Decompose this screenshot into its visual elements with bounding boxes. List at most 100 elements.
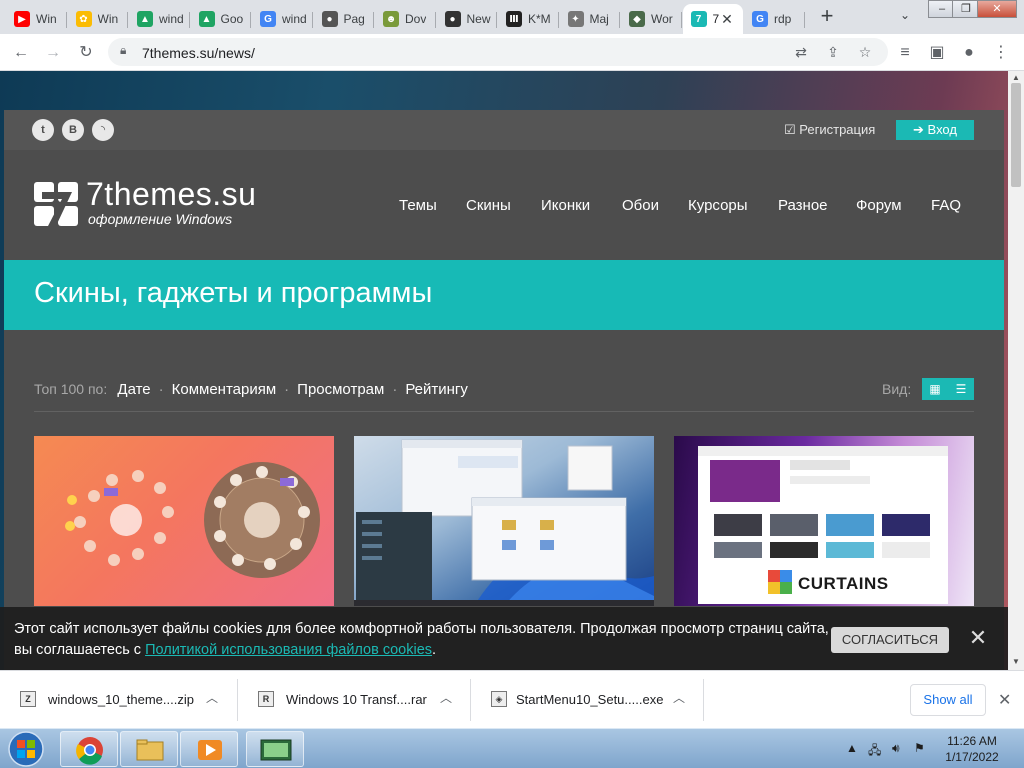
tab-6[interactable]: ☻ Dov (375, 4, 436, 34)
tab-9[interactable]: ✦ Maj (560, 4, 620, 34)
download-item[interactable]: ◈ StartMenu10_Setu.....exe ︿ (471, 679, 704, 721)
page-scrollbar[interactable]: ▲ ▼ (1008, 71, 1024, 670)
forward-icon[interactable]: → (42, 42, 64, 64)
sort-label: Топ 100 по: (34, 381, 108, 397)
media-control-icon[interactable]: ≡ (894, 42, 916, 64)
site-topbar: t B ◝ ☑ Регистрация ➔ Вход (4, 110, 1004, 150)
tab-separator (373, 12, 374, 28)
news-card-curtains[interactable]: CURTAINS (674, 436, 974, 606)
tab-2[interactable]: ▲ wind (129, 4, 190, 34)
card-thumbnail (354, 439, 654, 606)
sort-by-rating[interactable]: Рейтингу (405, 381, 468, 398)
github-icon: ● (444, 11, 461, 27)
7themes-icon: 7 (690, 11, 707, 27)
tab-4[interactable]: Gwind (252, 4, 313, 34)
scroll-up-icon[interactable]: ▲ (1011, 73, 1021, 82)
tab-1[interactable]: ✿ Win (68, 4, 128, 34)
logo-subtitle: оформление Windows (88, 211, 233, 227)
nav-forum[interactable]: Форум (856, 197, 902, 214)
chevron-up-icon[interactable]: ︿ (673, 689, 685, 706)
tab-title: wind (282, 12, 307, 26)
grid-view-icon[interactable]: ▦ (922, 378, 948, 400)
explorer-taskbar-button[interactable] (120, 731, 178, 767)
tab-separator (496, 12, 497, 28)
login-button[interactable]: ➔ Вход (896, 120, 974, 140)
nav-themes[interactable]: Темы (399, 197, 437, 214)
tray-expand-icon[interactable]: ▲ (846, 741, 858, 755)
download-item[interactable]: R Windows 10 Transf....rar ︿ (238, 679, 471, 721)
photos-icon: ✿ (75, 11, 92, 27)
volume-icon[interactable]: 🔊︎ (892, 741, 900, 756)
translate-icon[interactable]: ⇄ (792, 43, 810, 61)
sort-separator: · (158, 381, 164, 398)
tab-5[interactable]: ● Pag (314, 4, 374, 34)
news-card-weather-gadget[interactable] (34, 436, 334, 606)
nav-skins[interactable]: Скины (466, 197, 511, 214)
address-bar[interactable]: 🔒︎ 7themes.su/news/ ⇄ ⇪ ☆ (108, 38, 888, 66)
register-link[interactable]: ☑ Регистрация (784, 122, 875, 138)
url-text[interactable]: 7themes.su/news/ (142, 45, 255, 61)
media-player-taskbar-button[interactable] (180, 731, 238, 767)
scroll-thumb[interactable] (1011, 83, 1021, 187)
tab-3[interactable]: ▲ Goo (191, 4, 251, 34)
chrome-taskbar-button[interactable] (60, 731, 118, 767)
window-close-button[interactable]: ✕ (977, 0, 1017, 18)
rss-icon[interactable]: ◝ (92, 119, 114, 141)
tab-title: Goo (220, 12, 244, 26)
cookie-close-icon[interactable]: ✕ (966, 626, 990, 650)
tab-8[interactable]: Ⅲ K*M (498, 4, 559, 34)
cookie-agree-button[interactable]: СОГЛАСИТЬСЯ (831, 627, 949, 653)
tab-7[interactable]: ● New (437, 4, 497, 34)
share-icon[interactable]: ⇪ (824, 43, 842, 61)
lock-icon[interactable]: 🔒︎ (120, 43, 126, 58)
nav-cursors[interactable]: Курсоры (688, 197, 748, 214)
profile-avatar-icon[interactable]: ● (958, 42, 980, 64)
taskbar-clock[interactable]: 11:26 AM 1/17/2022 (932, 733, 1012, 765)
twitter-icon[interactable]: t (32, 119, 54, 141)
vk-icon[interactable]: B (62, 119, 84, 141)
action-center-icon[interactable]: ⚑ (914, 741, 925, 755)
tab-search-chevron-icon[interactable]: ⌄ (896, 8, 914, 26)
sort-by-comments[interactable]: Комментариям (172, 381, 277, 398)
chevron-up-icon[interactable]: ︿ (440, 689, 452, 706)
menu-kebab-icon[interactable]: ⋮ (990, 42, 1012, 64)
close-tab-icon[interactable]: ✕ (719, 11, 735, 27)
nav-misc[interactable]: Разное (778, 197, 828, 214)
login-icon: ➔ (913, 122, 928, 137)
start-button[interactable] (2, 730, 54, 768)
clock-date: 1/17/2022 (945, 750, 999, 764)
youtube-icon: ▶ (14, 11, 30, 27)
nav-faq[interactable]: FAQ (931, 197, 961, 214)
cookie-text: Этот сайт использует файлы cookies для б… (14, 621, 829, 658)
app-taskbar-button[interactable] (246, 731, 304, 767)
show-all-downloads-button[interactable]: Show all (910, 684, 986, 716)
download-item[interactable]: Z windows_10_theme....zip ︿ (0, 679, 238, 721)
tab-10[interactable]: ◆ Wor (621, 4, 682, 34)
back-icon[interactable]: ← (10, 42, 32, 64)
maximize-button[interactable]: ❐ (952, 0, 980, 18)
tab-separator (803, 12, 805, 28)
reload-icon[interactable]: ↻ (75, 42, 97, 64)
card-thumbnail (65, 462, 320, 578)
chevron-up-icon[interactable]: ︿ (206, 689, 218, 706)
side-panel-icon[interactable]: ▣ (926, 42, 948, 64)
sort-by-date[interactable]: Дате (117, 381, 150, 398)
download-filename: Windows 10 Transf....rar (286, 692, 427, 707)
tab-12[interactable]: Grdp (744, 4, 805, 34)
cookie-policy-link[interactable]: Политикой использования файлов cookies (145, 642, 432, 658)
close-shelf-icon[interactable]: ✕ (998, 690, 1011, 710)
sort-by-views[interactable]: Просмотрам (297, 381, 384, 398)
nav-icons[interactable]: Иконки (541, 197, 590, 214)
site-icon: ● (321, 11, 338, 27)
logo-icon[interactable] (34, 182, 78, 228)
bookmark-star-icon[interactable]: ☆ (856, 43, 874, 61)
news-card-explorer-skin[interactable] (354, 436, 654, 606)
list-view-icon[interactable]: ☰ (948, 378, 974, 400)
tab-11[interactable]: 7 7 ✕ (682, 4, 743, 34)
network-icon[interactable]: 🖧︎ (868, 741, 881, 762)
new-tab-button[interactable]: + (816, 5, 838, 28)
scroll-down-icon[interactable]: ▼ (1011, 657, 1021, 666)
logo-title[interactable]: 7themes.su (86, 176, 256, 213)
nav-wallpapers[interactable]: Обои (622, 197, 659, 214)
tab-0[interactable]: ▶ Win (6, 4, 67, 34)
